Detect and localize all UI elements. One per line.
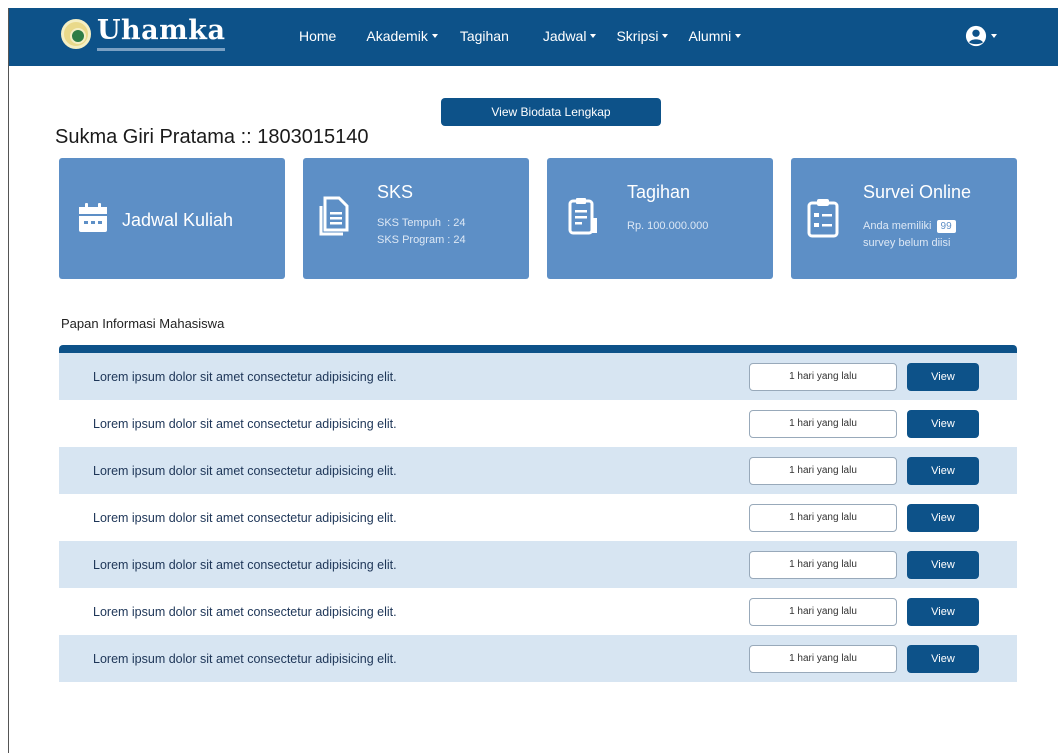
student-profile-header: Sukma Giri Pratama :: 1803015140 bbox=[55, 126, 369, 149]
survey-count-badge: 99 bbox=[936, 220, 956, 233]
info-board: Lorem ipsum dolor sit amet consectetur a… bbox=[59, 345, 1017, 682]
board-title: Papan Informasi Mahasiswa bbox=[61, 316, 225, 331]
view-biodata-button[interactable]: View Biodata Lengkap bbox=[441, 98, 661, 126]
view-button[interactable]: View bbox=[907, 503, 979, 532]
table-row: Lorem ipsum dolor sit amet consectetur a… bbox=[59, 447, 1017, 494]
nav-item-label: Tagihan bbox=[459, 28, 509, 44]
nav-item-label: Home bbox=[299, 28, 337, 44]
nav-item-home[interactable]: Home bbox=[299, 28, 336, 44]
nav-item-jadwal[interactable]: Jadwal bbox=[543, 28, 597, 44]
document-icon bbox=[319, 196, 349, 236]
table-row: Lorem ipsum dolor sit amet consectetur a… bbox=[59, 635, 1017, 682]
tagihan-amount: Rp. 100.000.000 bbox=[627, 220, 709, 232]
caret-down-icon bbox=[590, 34, 597, 38]
nav-item-akademik[interactable]: Akademik bbox=[366, 28, 438, 44]
row-time: 1 hari yang lalu bbox=[749, 456, 897, 485]
row-text: Lorem ipsum dolor sit amet consectetur a… bbox=[93, 557, 397, 572]
board-header-bar bbox=[59, 345, 1017, 353]
view-button[interactable]: View bbox=[907, 597, 979, 626]
university-seal-icon bbox=[61, 18, 91, 49]
brand-logo[interactable]: Uhamka bbox=[61, 16, 225, 51]
page-frame: Uhamka Home Akademik Tagihan Jadwal Skri… bbox=[8, 8, 1058, 753]
caret-down-icon bbox=[662, 34, 669, 38]
card-survei-online[interactable]: Survei Online Anda memiliki 99 survey be… bbox=[791, 158, 1017, 279]
view-button[interactable]: View bbox=[907, 362, 979, 391]
brand-tagline bbox=[97, 48, 225, 51]
student-name-nim: Sukma Giri Pratama :: 1803015140 bbox=[55, 126, 369, 148]
table-row: Lorem ipsum dolor sit amet consectetur a… bbox=[59, 400, 1017, 447]
card-title: SKS bbox=[377, 182, 414, 202]
view-button[interactable]: View bbox=[907, 644, 979, 673]
row-time: 1 hari yang lalu bbox=[749, 550, 897, 579]
receipt-icon bbox=[568, 198, 597, 235]
card-title: Tagihan bbox=[627, 182, 691, 202]
brand-name: Uhamka bbox=[97, 15, 226, 46]
caret-down-icon bbox=[735, 34, 742, 38]
table-row: Lorem ipsum dolor sit amet consectetur a… bbox=[59, 541, 1017, 588]
row-text: Lorem ipsum dolor sit amet consectetur a… bbox=[93, 369, 397, 384]
card-jadwal-kuliah[interactable]: Jadwal Kuliah bbox=[59, 158, 285, 279]
row-text: Lorem ipsum dolor sit amet consectetur a… bbox=[93, 651, 397, 666]
top-navbar: Uhamka Home Akademik Tagihan Jadwal Skri… bbox=[9, 8, 1058, 66]
nav-item-label: Akademik bbox=[366, 28, 428, 44]
row-time: 1 hari yang lalu bbox=[749, 362, 897, 391]
row-text: Lorem ipsum dolor sit amet consectetur a… bbox=[93, 604, 397, 619]
nav-menu: Home Akademik Tagihan Jadwal Skripsi Alu… bbox=[299, 28, 765, 44]
survei-line2: survey belum diisi bbox=[863, 237, 951, 249]
clipboard-icon bbox=[807, 199, 839, 238]
row-time: 1 hari yang lalu bbox=[749, 597, 897, 626]
view-button[interactable]: View bbox=[907, 456, 979, 485]
nav-item-alumni[interactable]: Alumni bbox=[688, 28, 742, 44]
caret-down-icon bbox=[991, 34, 997, 38]
table-row: Lorem ipsum dolor sit amet consectetur a… bbox=[59, 588, 1017, 635]
row-text: Lorem ipsum dolor sit amet consectetur a… bbox=[93, 510, 397, 525]
card-sks[interactable]: SKS SKS Tempuh : 24 SKS Program : 24 bbox=[303, 158, 529, 279]
card-title: Jadwal Kuliah bbox=[122, 210, 234, 230]
survei-line1: Anda memiliki 99 bbox=[863, 218, 956, 235]
card-tagihan[interactable]: Tagihan Rp. 100.000.000 bbox=[547, 158, 773, 279]
caret-down-icon bbox=[431, 34, 438, 38]
table-row: Lorem ipsum dolor sit amet consectetur a… bbox=[59, 353, 1017, 400]
row-time: 1 hari yang lalu bbox=[749, 503, 897, 532]
row-text: Lorem ipsum dolor sit amet consectetur a… bbox=[93, 416, 397, 431]
calendar-icon bbox=[79, 203, 107, 232]
sks-tempuh: SKS Tempuh : 24 bbox=[377, 217, 466, 229]
row-time: 1 hari yang lalu bbox=[749, 644, 897, 673]
row-text: Lorem ipsum dolor sit amet consectetur a… bbox=[93, 463, 397, 478]
nav-item-skripsi[interactable]: Skripsi bbox=[616, 28, 669, 44]
nav-item-label: Alumni bbox=[688, 28, 732, 44]
nav-item-label: Jadwal bbox=[542, 28, 587, 44]
view-button[interactable]: View bbox=[907, 409, 979, 438]
row-time: 1 hari yang lalu bbox=[749, 409, 897, 438]
nav-item-tagihan[interactable]: Tagihan bbox=[460, 28, 509, 44]
table-row: Lorem ipsum dolor sit amet consectetur a… bbox=[59, 494, 1017, 541]
survei-text: Anda memiliki bbox=[863, 220, 932, 232]
user-circle-icon bbox=[965, 25, 987, 47]
view-button[interactable]: View bbox=[907, 550, 979, 579]
nav-item-label: Skripsi bbox=[616, 28, 659, 44]
sks-program: SKS Program : 24 bbox=[377, 234, 466, 246]
card-title: Survei Online bbox=[863, 182, 972, 202]
user-menu[interactable] bbox=[965, 25, 997, 47]
